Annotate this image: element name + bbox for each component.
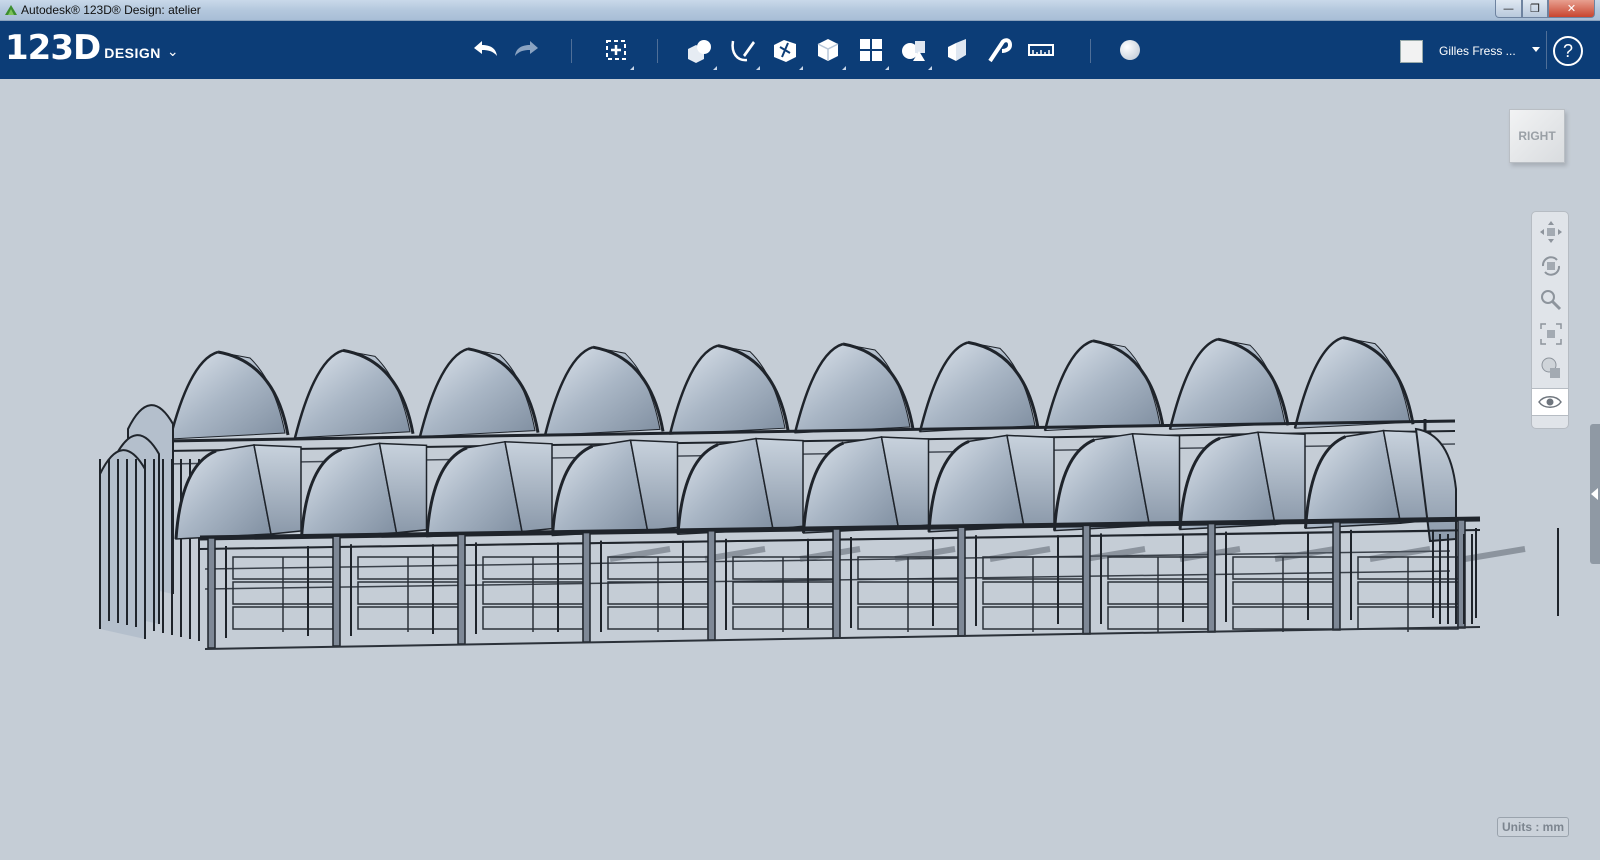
redo-button[interactable] — [509, 32, 545, 68]
sketch-button[interactable] — [724, 32, 760, 70]
separator — [1090, 39, 1091, 63]
help-button[interactable]: ? — [1553, 36, 1583, 66]
primitives-icon — [688, 40, 711, 63]
construct-button[interactable] — [767, 32, 803, 70]
transform-button[interactable] — [598, 32, 634, 70]
units-indicator[interactable]: Units : mm — [1497, 817, 1570, 837]
orbit-button[interactable] — [1537, 252, 1565, 280]
sketch-icon — [731, 40, 755, 62]
zoom-icon — [1541, 290, 1562, 311]
roof-panel — [669, 345, 786, 435]
combine-icon — [948, 39, 966, 61]
maximize-button[interactable]: ❐ — [1522, 0, 1548, 18]
redo-icon — [515, 41, 538, 56]
separator — [657, 39, 658, 63]
side-panel-toggle[interactable] — [1590, 424, 1600, 564]
separator — [1546, 31, 1547, 69]
support-post — [1082, 524, 1091, 635]
measure-icon — [1028, 44, 1054, 56]
user-name[interactable]: Gilles Fress ... — [1439, 44, 1516, 58]
main-toolbar: 123D DESIGN ⌄ Gilles Fress ... ? — [0, 21, 1600, 79]
logo-number: 123D — [5, 28, 101, 68]
roof-panel — [544, 346, 661, 436]
combine-button[interactable] — [939, 32, 975, 68]
undo-button[interactable] — [467, 32, 503, 68]
end-arch — [1414, 427, 1457, 543]
support-post — [707, 530, 716, 641]
snap-icon — [988, 38, 1013, 63]
pan-icon — [1540, 221, 1562, 243]
snap-button[interactable] — [981, 32, 1017, 68]
roof-panel — [1169, 338, 1286, 430]
avatar[interactable] — [1400, 40, 1423, 63]
gable-arch — [99, 449, 146, 639]
separator — [571, 39, 572, 63]
view-mode-button[interactable] — [1537, 354, 1565, 382]
visibility-icon — [1538, 396, 1562, 408]
support-post — [1332, 521, 1341, 631]
support-post — [1207, 522, 1216, 633]
material-icon — [1120, 40, 1140, 60]
truss — [204, 570, 1451, 590]
fit-icon — [1540, 323, 1562, 345]
window-title: Autodesk® 123D® Design: atelier — [21, 3, 201, 17]
chevron-left-icon — [1591, 488, 1598, 500]
pattern-icon — [860, 39, 882, 61]
logo-text: DESIGN — [104, 45, 161, 61]
group-icon — [902, 41, 925, 61]
group-button[interactable] — [896, 32, 932, 70]
visibility-button[interactable] — [1532, 388, 1568, 416]
orbit-icon — [1541, 256, 1561, 276]
support-post — [457, 533, 466, 645]
navigation-bar — [1531, 211, 1569, 429]
roof-panel — [794, 343, 911, 434]
app-menu-button[interactable]: 123D DESIGN ⌄ — [5, 29, 179, 67]
ground-beam — [204, 626, 1481, 650]
roof-panel — [1044, 340, 1161, 432]
undo-icon — [474, 41, 497, 56]
measure-button[interactable] — [1023, 32, 1059, 68]
app-icon — [5, 5, 17, 15]
close-button[interactable]: ✕ — [1548, 0, 1595, 18]
greenhouse-model[interactable] — [0, 79, 1600, 860]
support-post — [832, 528, 841, 639]
viewcube[interactable]: RIGHT — [1509, 109, 1565, 163]
zoom-button[interactable] — [1537, 286, 1565, 314]
pattern-button[interactable] — [853, 32, 889, 70]
title-bar: Autodesk® 123D® Design: atelier — ❐ ✕ — [0, 0, 1600, 21]
roof-panel — [169, 351, 286, 440]
roof-panel — [1294, 337, 1411, 429]
support-post — [332, 535, 341, 647]
roof-panel — [294, 349, 411, 439]
modify-button[interactable] — [810, 32, 846, 70]
minimize-button[interactable]: — — [1495, 0, 1522, 18]
material-button[interactable] — [1112, 32, 1148, 68]
support-post — [582, 531, 591, 643]
support-post — [207, 537, 216, 649]
construct-icon — [774, 40, 796, 62]
chevron-down-icon[interactable] — [1532, 47, 1540, 52]
transform-icon — [606, 40, 626, 60]
fit-button[interactable] — [1537, 320, 1565, 348]
roof-panel — [419, 348, 536, 438]
3d-viewport[interactable]: RIGHT Units: mm — [0, 79, 1600, 860]
view-mode-icon — [1541, 357, 1560, 378]
primitives-button[interactable] — [681, 32, 717, 70]
front-roof-row — [174, 427, 1481, 550]
modify-icon — [817, 39, 839, 61]
support-post — [957, 526, 966, 637]
pan-button[interactable] — [1537, 218, 1565, 246]
brace — [1464, 546, 1526, 562]
chevron-down-icon: ⌄ — [166, 43, 179, 59]
roof-panel — [919, 341, 1036, 433]
